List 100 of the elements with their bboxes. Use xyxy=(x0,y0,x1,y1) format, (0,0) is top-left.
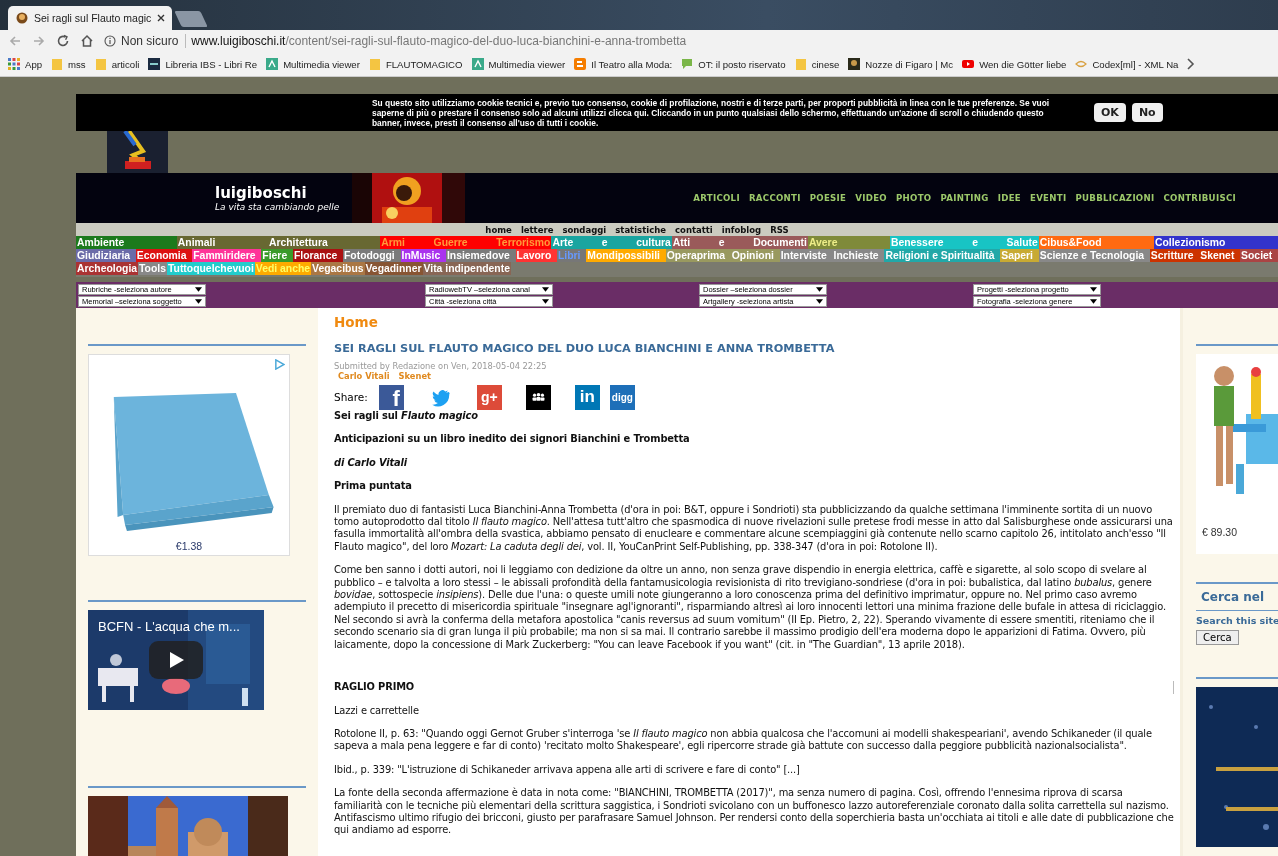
category-link[interactable]: Skenet xyxy=(1199,249,1241,262)
article-text: Ibid., p. 339: "L'istruzione di Schikaneder arrivava appena alle arti di scrivere e fare di conto" [...] xyxy=(334,763,801,777)
ad-choices-icon[interactable] xyxy=(274,359,285,370)
nav-link[interactable]: ARTICOLI xyxy=(693,193,740,203)
cookie-button[interactable]: OK xyxy=(1094,103,1126,122)
article-text: Sei ragli sul Flauto magico xyxy=(334,410,479,423)
nav-link[interactable]: EVENTI xyxy=(1030,193,1067,203)
category-link[interactable]: Lavoro xyxy=(515,249,557,262)
category-link[interactable]: Tools xyxy=(138,262,167,275)
share-button[interactable]: f xyxy=(378,384,404,410)
bookmark-label[interactable]: Nozze di Figaro | Mc xyxy=(865,58,954,70)
play-favicon-icon[interactable] xyxy=(962,58,975,70)
search-button[interactable]: Cerca xyxy=(1196,630,1239,645)
menu-link[interactable]: infoblog xyxy=(721,224,762,235)
site-favicon-icon[interactable] xyxy=(148,58,161,70)
site-logo[interactable] xyxy=(107,131,168,173)
category-link[interactable]: Vegacibus xyxy=(311,262,365,275)
bookmark-label[interactable]: App xyxy=(25,58,43,70)
article-text: La fonte della seconda affermazione è data in nota come: "BIANCHINI, TROMBETTA (2017)", ma senza numero di pagina. Così, offrendo l'ennesima riprova di scarsa familiarità con le tecniche più elementari della scrittura saggistica, i Sondrioti svicolano con un buffonesco lazzo autoreferenziale coronato dalla solita carrettella sul nazismo. Antifascismo ultimo rifugio dei bricconi, giusto per parafrasare Samuel Johnson. Per rendersi conto della soperchieria basta un'occhiata ai titoli e alle date di pubblicazione che qui andiamo ad esporre. xyxy=(334,787,1174,837)
article-text: Come ben sanno i dotti autori, noi li leggiamo con dedizione da oltre un anno, non senza grave dispendio in energia elettrica, caffè e sigarette, al solo scopo di svelare al pubblico – e talvolta a loro stessi – le abissali profondità della fantamusicologia revisionista di rito trevigiano-sondriese (d'ora in poi: bubalistica, dal latino bubalus, genere bovidae, sottospecie insipiens). Delle due l'una: o queste umili note giungeranno a loro conoscenza prima del definitivo imprimatur, oppure no. Nel primo caso avremo adempiuto il precetto di misericordia spirituale "insegnare agl'ignoranti", risparmiando altresì ai loro innocenti lettori una minima frazione delle bufale in attesa di riciclaggio. Nel secondo si avrà la conferma della metafora apostolica "canis reversus ad suum vomitum" (II Ep. Pietro, 2, 22). Sperando vivamente di essere smentiti, riteniamo che il secondo scenario sia di gran lunga il più probabile; ma non si sa mai. Il contrario sarebbe il massimo prodigio dell'era moderna dopo le apparizioni di Fatima. Ovvero, più laicamente, dopo la concessione di Mark Zuckerberg: "You can leave Facebook if you want" (cit. in "The Guardian", 13 aprile 2018). xyxy=(334,564,1167,652)
category-link[interactable]: Archeologia xyxy=(76,262,139,275)
reload-icon[interactable] xyxy=(56,34,70,48)
article-text: Rotolone II, p. 63: "Quando oggi Gernot Gruber s'interroga 'se Il flauto magico non abbia qualcosa che l'accomuni ai modelli shakespeariani', avendo Schikaneder (il quale sapeva a mala pena leggere e far di conto) 'recitato molto Shakespeare', egli ripercorre strade già battute con successo dalla peggiore pubblicità nazionalsocialista". xyxy=(334,727,1153,753)
nav-link[interactable]: PUBBLICAZIONI xyxy=(1075,193,1155,203)
bookmark-label[interactable]: FLAUTOMAGICO xyxy=(385,58,463,70)
category-link[interactable]: Giudiziaria xyxy=(76,249,136,262)
site-tagline: La vita sta cambiando pelle xyxy=(215,202,341,212)
browser-tab[interactable]: Sei ragli sul Flauto magic xyxy=(8,6,172,30)
category-link[interactable]: Scritture xyxy=(1149,249,1200,262)
menu-link[interactable]: home xyxy=(485,224,512,235)
category-link[interactable]: Insiemedove xyxy=(445,249,516,262)
bookmark-label[interactable]: Codex[ml] - XML Na xyxy=(1092,58,1179,70)
category-link[interactable]: Inchieste xyxy=(832,249,885,262)
photo-favicon-icon[interactable] xyxy=(848,58,861,70)
menu-link[interactable]: RSS xyxy=(770,224,789,235)
bookmark-label[interactable]: OT: il posto riservato xyxy=(698,58,786,70)
submitted-line: Submitted by Redazione on Ven, 2018-05-04 22:25 xyxy=(334,361,548,371)
more-bookmarks-icon[interactable] xyxy=(1187,58,1196,70)
article-text: di Carlo Vitali xyxy=(334,456,409,470)
viewer-favicon-icon[interactable] xyxy=(266,58,279,70)
bookmark-label[interactable]: Il Teatro alla Moda: xyxy=(591,58,673,70)
category-link[interactable]: Animali xyxy=(176,236,268,249)
nav-link[interactable]: RACCONTI xyxy=(748,193,801,203)
menu-link[interactable]: sondaggi xyxy=(562,224,607,235)
site-name[interactable]: luigiboschi xyxy=(215,184,352,202)
nav-link[interactable]: PAINTING xyxy=(940,193,989,203)
bookmark-label[interactable]: cinese xyxy=(811,58,840,70)
nav-link[interactable]: POESIE xyxy=(809,193,847,203)
share-button[interactable]: digg xyxy=(609,384,635,410)
play-button[interactable] xyxy=(149,641,203,679)
bookmark-label[interactable]: Multimedia viewer xyxy=(488,58,566,70)
video-player[interactable]: BCFN - L'acqua che m... xyxy=(88,610,264,710)
viewer-favicon-icon[interactable] xyxy=(471,58,484,70)
category-link[interactable]: Interviste xyxy=(779,249,833,262)
article-text: Il premiato duo di fantasisti Luca Bianchini-Anna Trombetta (d'ora in poi: B&T, oppure i Sondrioti) sta pubblicizzando da qualche settimana l'imminente sortita di un nuovo tomo autoprodotto dal titolo Il flauto magico. Nell'attesa tutt'altro che spasmodica di nuove rivelazioni sulle pretese frodi messe in atto dal Salisburghese onde assicurarsi una fasulla immortalità all'ombra della svastica, abbiamo pensato di enucleare e commentare alcune scempiaggini già contenute nello scarno capitolo 26, intitolato anch'esso "Il Flauto magico", del loro Mozart: La caduta degli dei, vol. II, YouCanPrint Self-Publishing, pp. 338-347 (d'ora in poi: Rotolone II). xyxy=(334,503,1174,554)
ad-box[interactable]: €1.38 xyxy=(88,354,290,556)
category-link[interactable]: Fotodoggi xyxy=(343,249,401,262)
nav-link[interactable]: CONTRIBUISCI xyxy=(1163,193,1236,203)
home-icon[interactable] xyxy=(80,34,94,48)
nav-link[interactable]: IDEE xyxy=(997,193,1021,203)
category-link[interactable]: Societ xyxy=(1240,249,1278,262)
info-icon[interactable] xyxy=(104,35,116,47)
bookmark-label[interactable]: articoli xyxy=(111,58,140,70)
share-button[interactable]: g+ xyxy=(476,384,502,410)
bookmark-label[interactable]: Multimedia viewer xyxy=(283,58,360,70)
new-tab-button[interactable] xyxy=(174,11,208,27)
cookie-button[interactable]: No xyxy=(1131,103,1163,122)
menu-link[interactable]: contatti xyxy=(675,224,713,235)
category-link[interactable]: Architettura xyxy=(267,236,381,249)
category-link[interactable]: Economia xyxy=(135,249,193,262)
share-label: Share: xyxy=(334,391,368,403)
category-link[interactable]: Florance xyxy=(292,249,343,262)
bookmark-label[interactable]: Libreria IBS - Libri Re xyxy=(165,58,258,70)
nav-link[interactable]: PHOTO xyxy=(895,193,932,203)
category-link[interactable]: Vita indipendente xyxy=(422,262,511,275)
url-text: www.luigiboschi.it/content/sei-ragli-sul-flauto-magico-del-duo-luca-bianchini-e-anna-trombetta xyxy=(191,34,687,48)
article-text: RAGLIO PRIMO xyxy=(334,681,1174,694)
ad-price: € 89.30 xyxy=(1201,526,1239,538)
menu-link[interactable]: statistiche xyxy=(615,224,666,235)
category-link[interactable]: InMusic xyxy=(400,249,446,262)
article-text: Prima puntata xyxy=(334,480,413,493)
bookmark-label[interactable]: Wen die Götter liebe xyxy=(979,58,1067,70)
category-link[interactable]: Atti e Documenti xyxy=(671,236,808,249)
menu-link[interactable]: lettere xyxy=(520,224,554,235)
blog-favicon-icon[interactable] xyxy=(574,58,587,70)
bookmark-label[interactable]: mss xyxy=(68,58,86,70)
share-button[interactable]: in xyxy=(574,384,600,410)
nav-link[interactable]: VIDEO xyxy=(855,193,887,203)
category-link[interactable]: Ambiente xyxy=(76,236,177,249)
article-text: Lazzi e carrettelle xyxy=(334,704,420,717)
favicon-icon xyxy=(16,12,28,24)
search-heading: Cerca nel xyxy=(1200,590,1266,604)
video-title[interactable]: BCFN - L'acqua che m... xyxy=(98,619,240,634)
close-icon[interactable] xyxy=(157,14,166,22)
category-link[interactable]: Fiere xyxy=(261,249,293,262)
apps-grid-icon[interactable] xyxy=(8,58,20,70)
category-link[interactable]: Scienze e Tecnologia xyxy=(1038,249,1150,262)
category-link[interactable]: Collezionismo xyxy=(1154,236,1278,249)
security-label: Non sicuro xyxy=(121,34,187,48)
category-link[interactable]: Vegadinner xyxy=(364,262,423,275)
